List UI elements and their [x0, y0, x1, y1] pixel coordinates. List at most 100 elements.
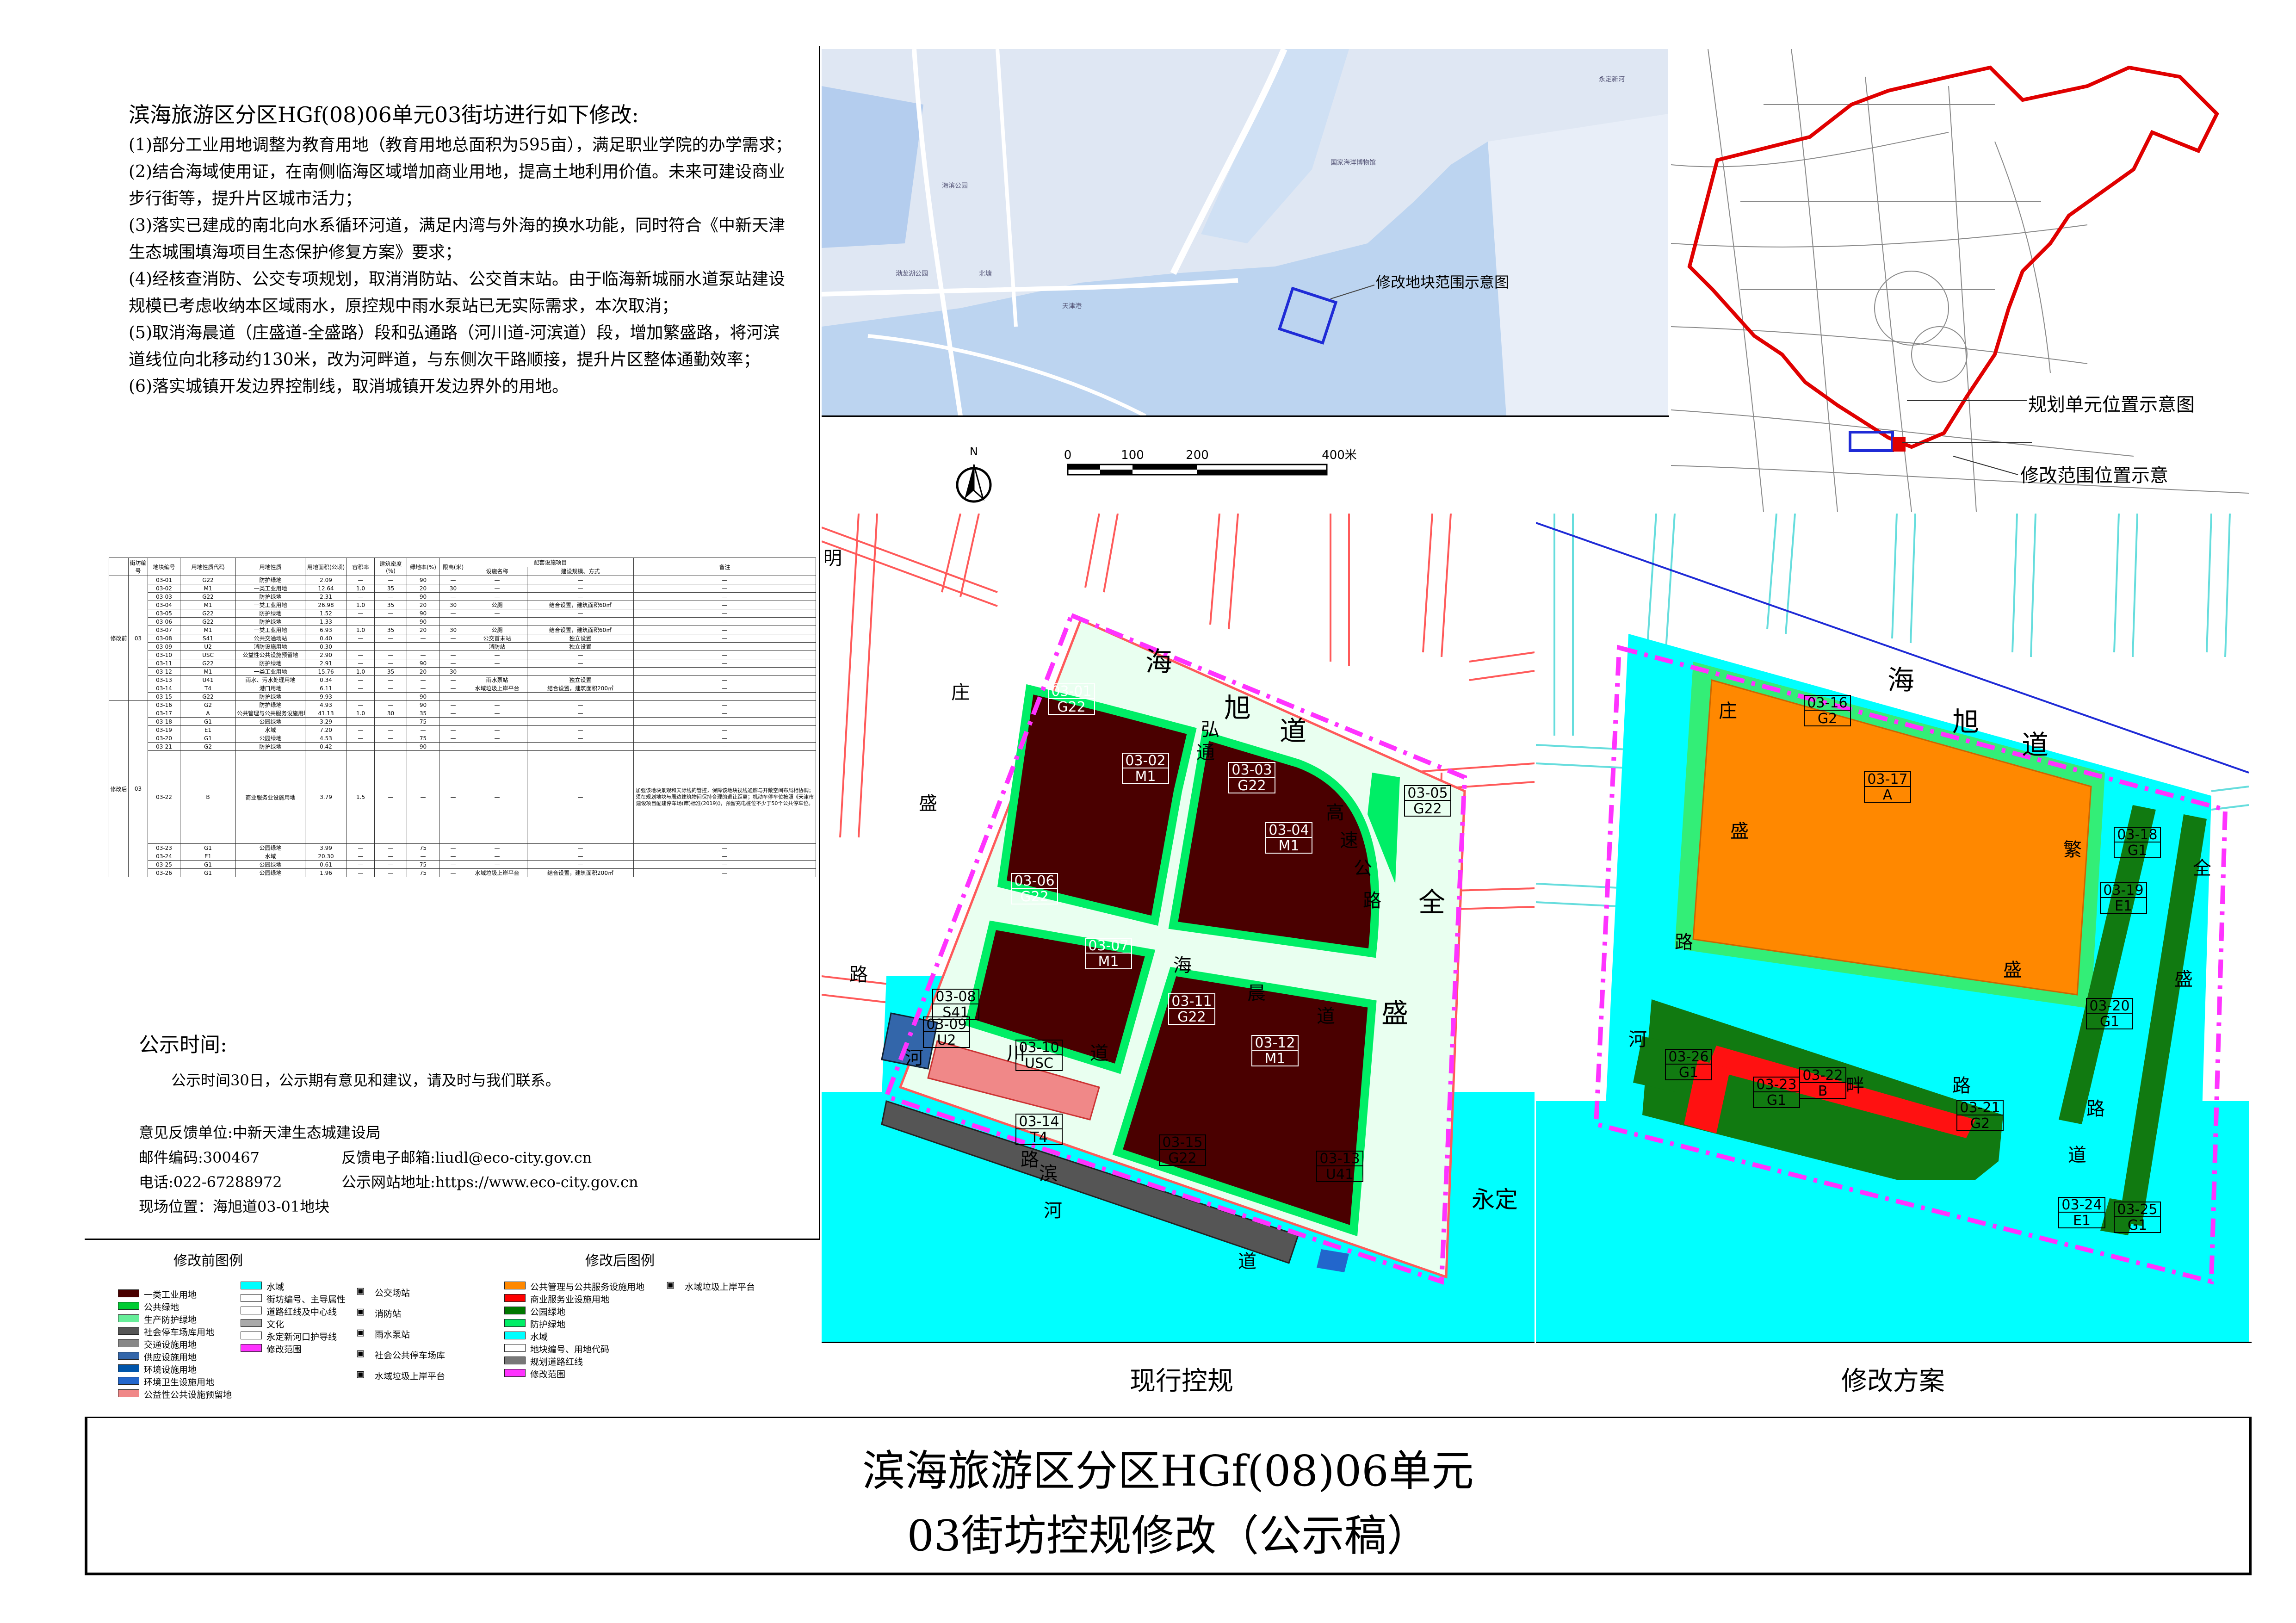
legend-before-3-swatch	[118, 1327, 139, 1335]
svg-text:盛: 盛	[1381, 997, 1408, 1029]
table-cell: 03-12	[148, 667, 180, 676]
table-cell: B	[180, 750, 236, 844]
table-cell: 03-02	[148, 584, 180, 593]
th-group	[109, 558, 129, 576]
parcel-id: 03-09	[926, 1016, 966, 1033]
parcel-id: 03-21	[1960, 1100, 2000, 1116]
svg-text:海: 海	[1888, 664, 1914, 696]
table-row: 03-24 E1 水域 20.30— — — — — — —	[109, 852, 817, 861]
table-cell: 03-13	[148, 675, 180, 684]
table-cell: 2.91	[305, 659, 347, 668]
table-cell: 20	[407, 584, 439, 593]
table-cell: E1	[180, 852, 236, 861]
table-cell: —	[633, 725, 817, 734]
table-cell: —	[374, 725, 407, 734]
parcel-id: 03-14	[1019, 1114, 1059, 1130]
parcel-code: USC	[1025, 1055, 1053, 1072]
table-cell: 7.20	[305, 725, 347, 734]
table-cell: 一类工业用地	[235, 584, 305, 593]
table-row: 03-26 G1 公园绿地 1.96— —75— 水域垃圾上岸平台 结合设置，建筑面积200…	[109, 868, 817, 877]
svg-text:滨: 滨	[1039, 1163, 1058, 1184]
table-cell: 03-15	[148, 692, 180, 701]
parcel-id: 03-25	[2117, 1202, 2157, 1218]
table-cell: 90	[407, 692, 439, 701]
table-cell: —	[374, 592, 407, 601]
table-cell: —	[467, 659, 527, 668]
legend-after-5-label: 地块编号、用地代码	[530, 1344, 610, 1355]
table-cell: 03-14	[148, 684, 180, 693]
table-cell: —	[633, 860, 817, 869]
table-row: 03-14 T4 港口用地 6.11— — — — 水域垃圾上岸平台 结合设置，建筑面积200㎡…	[109, 684, 817, 693]
table-cell: —	[526, 617, 634, 626]
current-plan-label: 现行控规	[1130, 1366, 1233, 1396]
table-cell: 90	[407, 609, 439, 618]
table-cell: 水域垃圾上岸平台	[467, 684, 527, 693]
table-cell: 0.30	[305, 642, 347, 651]
parcel-code: G1	[1679, 1065, 1698, 1081]
legend-after-1-label: 商业服务业设施用地	[530, 1295, 610, 1305]
table-cell: —	[407, 675, 439, 684]
table-cell: —	[526, 659, 634, 668]
table-cell: —	[347, 592, 375, 601]
table-cell: 03-18	[148, 717, 180, 726]
parcel-id: 03-02	[1125, 753, 1165, 769]
legend-before-0-label: 一类工业用地	[144, 1290, 197, 1300]
table-cell: —	[439, 634, 467, 643]
north-label: N	[970, 445, 978, 458]
parcel-id: 03-10	[1019, 1040, 1059, 1056]
table-cell: —	[374, 860, 407, 869]
table-cell: —	[347, 609, 375, 618]
table-row: 03-10 USC 公益性公共设施预留地 2.90— — — — — — —	[109, 650, 817, 659]
th-use: 用地性质	[235, 558, 305, 576]
parcel-code: G22	[1168, 1150, 1196, 1166]
table-cell: —	[467, 843, 527, 852]
parcel-id: 03-15	[1162, 1134, 1202, 1151]
table-cell: —	[467, 734, 527, 743]
table-cell: —	[633, 675, 817, 684]
table-cell: G1	[180, 868, 236, 877]
table-cell: —	[347, 675, 375, 684]
location-map-divider	[822, 415, 1669, 417]
table-cell: —	[467, 592, 527, 601]
table-cell: 公共管理与公共服务设施用地	[235, 709, 305, 718]
table-cell: 35	[374, 667, 407, 676]
table-cell: —	[439, 860, 467, 869]
legend-before-b0-swatch	[241, 1282, 262, 1289]
table-cell: —	[374, 675, 407, 684]
table-cell: G22	[180, 592, 236, 601]
table-cell: —	[633, 742, 817, 751]
table-cell: —	[633, 576, 817, 584]
parcel-code: G2	[1818, 711, 1837, 727]
table-cell: E1	[180, 725, 236, 734]
legend-before-c4-label: 水域垃圾上岸平台	[375, 1371, 446, 1381]
table-cell: 1.5	[347, 750, 375, 844]
legend-before-b2-label: 道路红线及中心线	[266, 1307, 337, 1317]
table-cell: 2.09	[305, 576, 347, 584]
table-cell: 90	[407, 592, 439, 601]
table-cell: —	[347, 684, 375, 693]
main-title-line2: 03街坊控规修改（公示稿）	[907, 1511, 1430, 1561]
table-cell: 90	[407, 617, 439, 626]
table-cell: 26.98	[305, 601, 347, 609]
svg-text:晨: 晨	[1247, 983, 1266, 1004]
note-item-6: (6)落实城镇开发边界控制线，取消城镇开发边界外的用地。	[129, 377, 569, 396]
legend-before-2-swatch	[118, 1314, 139, 1322]
table-cell: —	[439, 692, 467, 701]
table-cell: —	[633, 734, 817, 743]
parcel-id: 03-18	[2117, 827, 2157, 843]
table-row: 03-05 G22 防护绿地 1.52— —90— — — —	[109, 609, 817, 618]
parcel-id: 03-23	[1756, 1077, 1796, 1093]
notice-location: 现场位置：海旭道03-01地块	[139, 1198, 330, 1215]
table-cell: —	[526, 709, 634, 718]
table-cell: —	[467, 742, 527, 751]
note-item-5: (5)取消海晨道（庄盛道-全盛路）段和弘通路（河川道-河滨道）段，增加繁盛路，将…	[129, 323, 780, 369]
table-cell: 03-07	[148, 626, 180, 634]
table-body: 修改前 03 03-01 G22 防护绿地 2.09— —90— — — —03-02 M1 一类工业…	[109, 576, 817, 877]
table-row: 03-25 G1 公园绿地 0.61— —75— — — —	[109, 860, 817, 869]
table-row: 03-18 G1 公园绿地 3.29— —75— — — —	[109, 717, 817, 726]
table-cell: —	[467, 617, 527, 626]
table-cell: G22	[180, 659, 236, 668]
revised-plan-map: 海 旭 道 庄 盛 路 繁 盛 路 全 盛 路 河 畔 道 03-16G203-…	[1536, 514, 2249, 1342]
table-cell: 6.93	[305, 626, 347, 634]
table-cell: 水域垃圾上岸平台	[467, 868, 527, 877]
